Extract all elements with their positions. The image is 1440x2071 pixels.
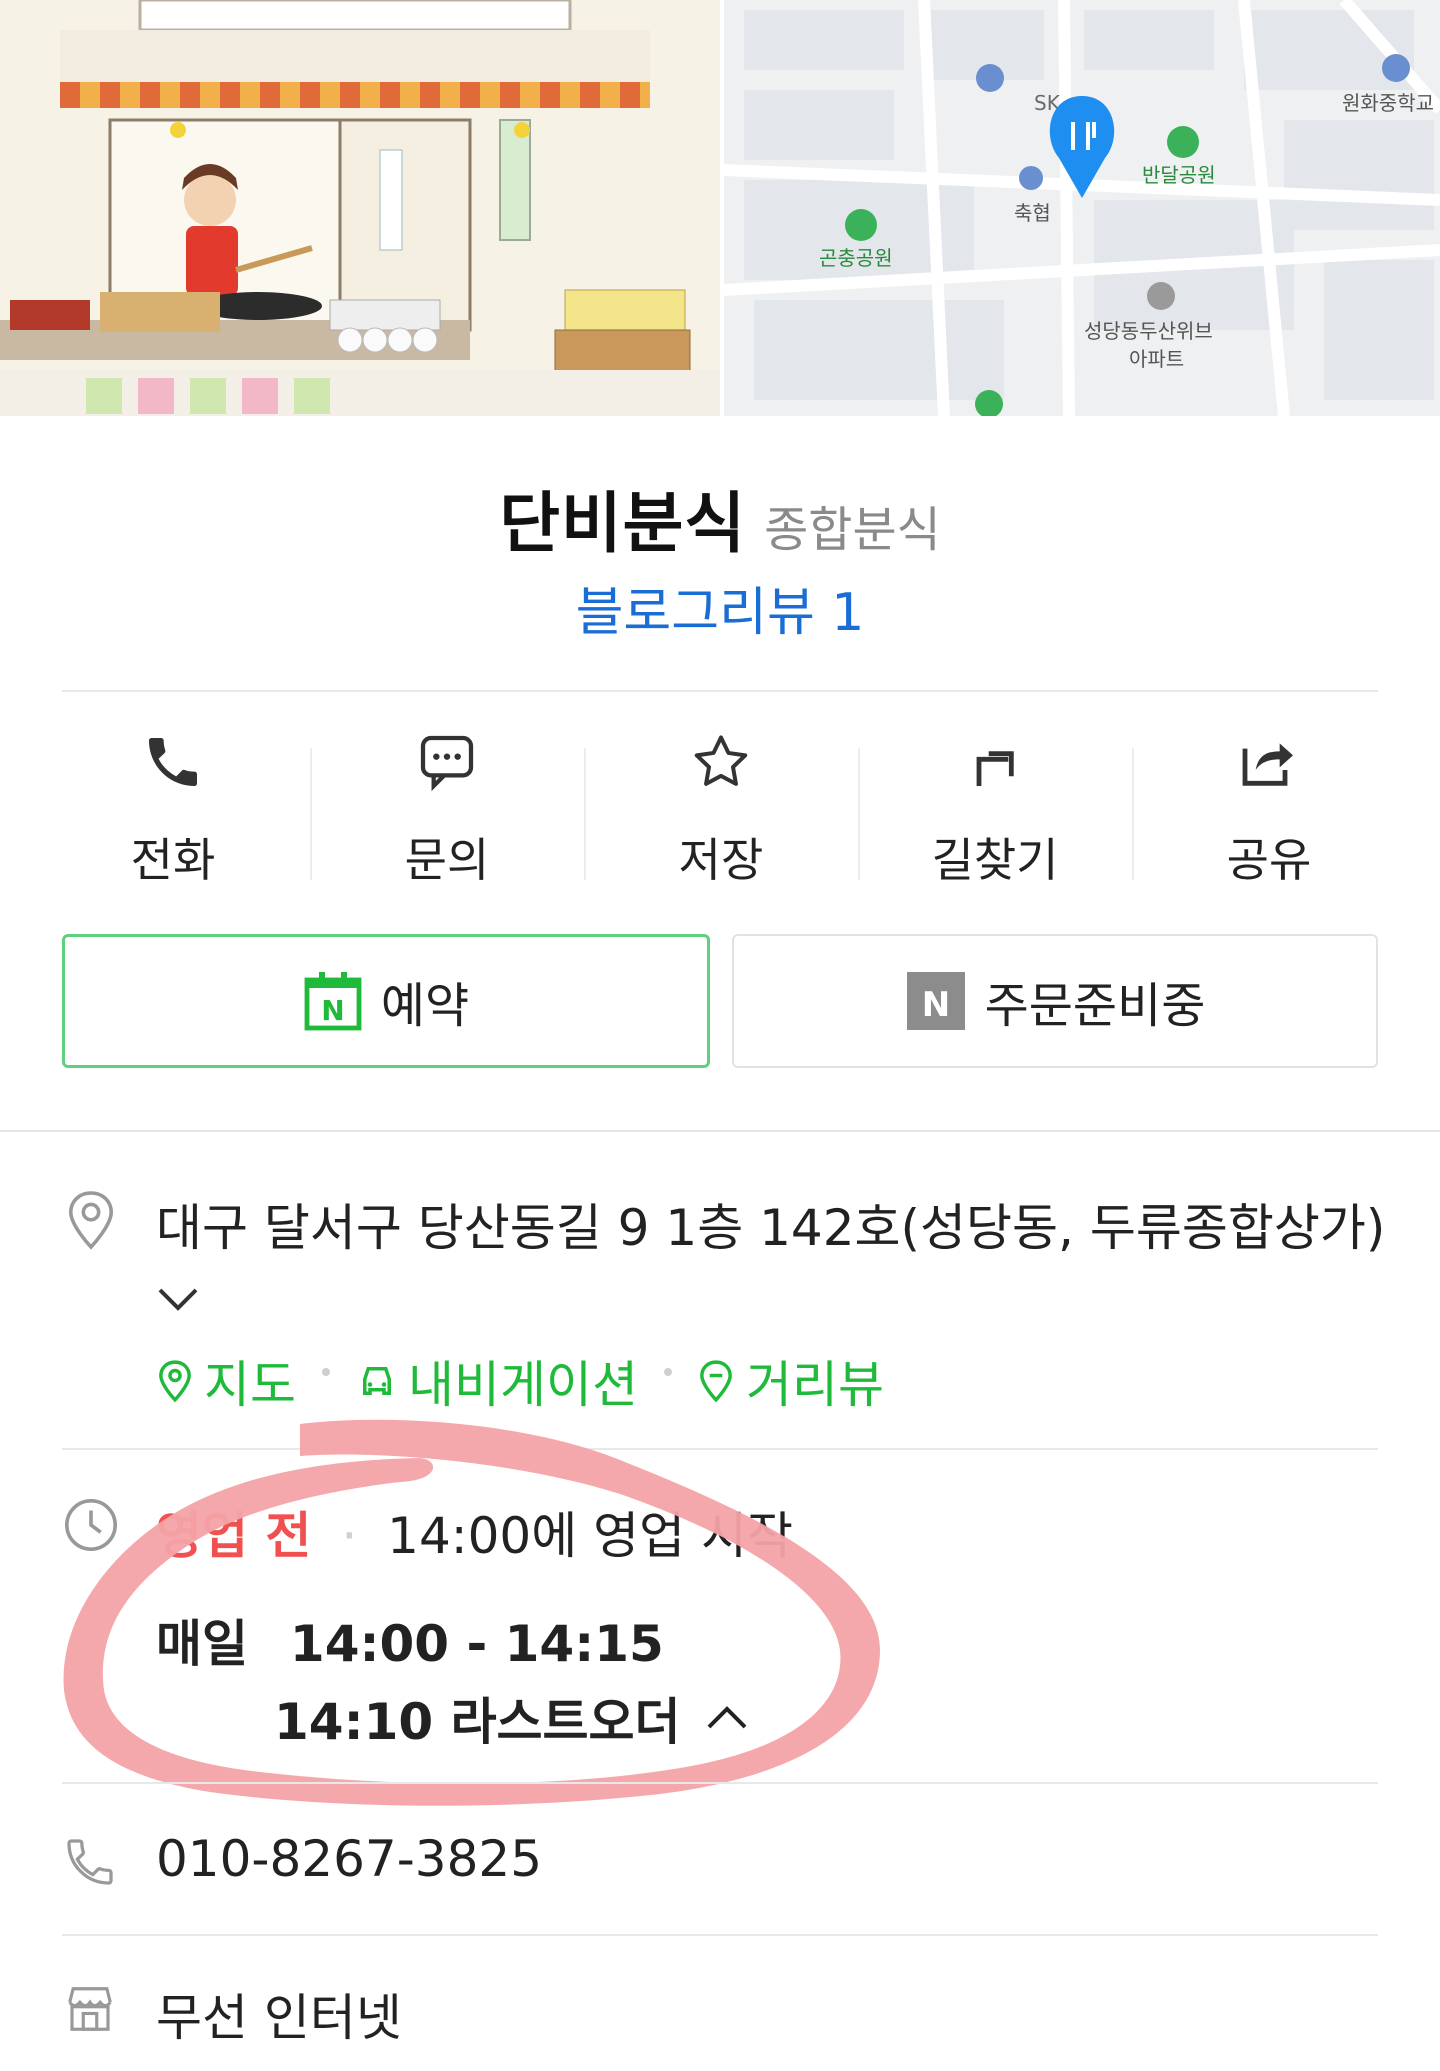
directions-icon <box>976 751 1014 786</box>
divider <box>62 1934 1378 1936</box>
order-label: 주문준비중 <box>984 978 1206 1034</box>
snack-shop-illustration <box>0 0 720 416</box>
directions-label: 길찾기 <box>931 833 1059 887</box>
chevron-down-icon[interactable] <box>156 1284 200 1314</box>
place-name: 단비분식 <box>499 485 747 562</box>
place-photo[interactable] <box>0 0 720 416</box>
divider <box>62 1782 1378 1784</box>
last-order-row: 14:10 라스트오더 <box>274 1682 749 1754</box>
divider <box>62 690 1378 692</box>
street-view-link[interactable]: 거리뷰 <box>696 1345 884 1417</box>
svg-text:반달공원: 반달공원 <box>1142 163 1216 187</box>
call-action[interactable]: 전화 <box>36 730 310 890</box>
location-pin-icon <box>68 1191 114 1250</box>
save-label: 저장 <box>678 833 764 887</box>
hours-day: 매일 <box>156 1615 248 1673</box>
title-row: 단비분식 종합분식 <box>0 470 1440 566</box>
call-label: 전화 <box>130 833 216 887</box>
map-link-label: 지도 <box>204 1356 296 1414</box>
amenity-wifi: 무선 인터넷 <box>156 1989 402 2047</box>
svg-text:축협: 축협 <box>1014 201 1051 225</box>
business-status[interactable]: 영업 전 · 14:00에 영업 시작 <box>156 1496 793 1568</box>
reserve-label: 예약 <box>380 978 470 1034</box>
share-label: 공유 <box>1226 833 1312 887</box>
status-detail: 14:00에 영업 시작 <box>387 1507 794 1565</box>
section-divider <box>0 1130 1440 1132</box>
separator-dot <box>322 1368 330 1376</box>
street-view-label: 거리뷰 <box>746 1356 884 1414</box>
share-action[interactable]: 공유 <box>1132 730 1406 890</box>
naver-order-icon: N <box>906 972 965 1030</box>
address-text: 대구 달서구 당산동길 9 1층 142호(성당동, 두류종합상가) <box>156 1199 1386 1257</box>
directions-action[interactable]: 길찾기 <box>858 730 1132 890</box>
map-graphic: SK 축협 반달공원 곤충공원 성당동두산위브 아파트 원화중학교 <box>724 0 1440 416</box>
share-icon <box>1242 743 1293 786</box>
store-icon <box>68 1987 112 2031</box>
hours-row: 매일 14:00 - 14:15 <box>156 1604 664 1676</box>
svg-text:성당동두산위브: 성당동두산위브 <box>1084 319 1213 343</box>
hours-time: 14:00 - 14:15 <box>289 1615 664 1673</box>
separator-dot: · <box>341 1507 358 1565</box>
map-pin-small-icon <box>159 1360 191 1403</box>
svg-text:N: N <box>921 985 949 1025</box>
naver-booking-icon: N <box>304 972 362 1031</box>
svg-text:원화중학교: 원화중학교 <box>1342 91 1434 115</box>
order-button[interactable]: N 주문준비중 <box>732 934 1378 1068</box>
reserve-button[interactable]: N 예약 <box>62 934 710 1068</box>
chevron-up-icon[interactable] <box>705 1703 749 1733</box>
save-action[interactable]: 저장 <box>584 730 858 890</box>
separator-dot <box>664 1368 672 1376</box>
place-category: 종합분식 <box>764 502 941 558</box>
star-icon <box>694 735 748 786</box>
svg-text:아파트: 아파트 <box>1129 347 1184 371</box>
map-link[interactable]: 지도 <box>156 1345 296 1417</box>
svg-text:곤충공원: 곤충공원 <box>819 246 893 270</box>
svg-text:N: N <box>321 994 344 1027</box>
status-badge: 영업 전 <box>156 1507 312 1565</box>
navigation-link-label: 내비게이션 <box>408 1356 638 1414</box>
location-map[interactable]: SK 축협 반달공원 곤충공원 성당동두산위브 아파트 원화중학교 <box>724 0 1440 416</box>
street-view-icon <box>700 1360 732 1403</box>
inquiry-label: 문의 <box>404 833 490 887</box>
chat-icon <box>420 735 474 792</box>
car-icon <box>363 1367 391 1395</box>
phone-icon <box>149 738 197 786</box>
navigation-link[interactable]: 내비게이션 <box>356 1345 638 1417</box>
phone-number[interactable]: 010-8267-3825 <box>156 1830 542 1888</box>
phone-outline-icon <box>67 1839 113 1885</box>
last-order: 14:10 라스트오더 <box>274 1693 681 1751</box>
inquiry-action[interactable]: 문의 <box>310 730 584 890</box>
blog-review-link[interactable]: 블로그리뷰 1 <box>0 570 1440 645</box>
clock-icon <box>65 1499 117 1551</box>
divider <box>62 1448 1378 1450</box>
